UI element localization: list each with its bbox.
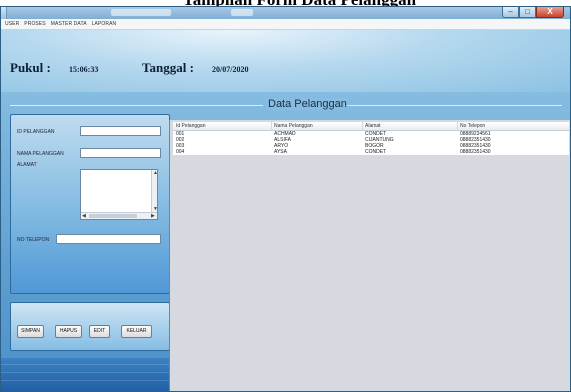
pukul-value: 15:06:33 [69,65,99,74]
alamat-textarea[interactable]: ▲ ▼ ◀ ▶ [80,169,158,220]
pukul-label: Pukul : [10,60,51,75]
alamat-horizontal-scrollbar[interactable]: ◀ ▶ [81,212,157,219]
scroll-right-icon[interactable]: ▶ [151,214,155,219]
maximize-button[interactable]: □ [519,7,536,18]
scroll-left-icon[interactable]: ◀ [82,214,86,219]
column-header-nama[interactable]: Nama Pelanggan [274,122,313,131]
cell-alamat: CONDET [365,149,387,155]
column-separator[interactable] [457,122,458,131]
table-row[interactable]: 004 AYSA CONDET 08882351430 [173,149,569,155]
menu-master-data[interactable]: MASTER DATA [51,19,87,29]
close-button[interactable]: X [536,7,564,18]
title-bar: – □ X [1,7,570,19]
main-area: Data Pelanggan ID PELANGGAN NAMA PELANGG… [1,92,570,391]
menu-laporan[interactable]: LAPORAN [92,19,117,29]
nama-pelanggan-label: NAMA PELANGGAN [17,151,64,157]
app-window: – □ X USER PROSES MASTER DATA LAPORAN Pu… [0,6,571,392]
scroll-thumb[interactable] [89,214,137,218]
button-panel: SIMPAN HAPUS EDIT KELUAR [10,302,170,351]
column-header-id[interactable]: Id Pelanggan [176,122,205,131]
cell-nama: AYSA [274,149,287,155]
id-pelanggan-label: ID PELANGGAN [17,129,55,135]
title-bar-blur [231,9,253,16]
minimize-button[interactable]: – [502,7,519,18]
nama-pelanggan-input[interactable] [80,148,161,158]
footer-line [1,380,170,381]
simpan-button[interactable]: SIMPAN [17,325,44,338]
pelanggan-table[interactable]: Id Pelanggan Nama Pelanggan Alamat No Te… [173,122,569,155]
menu-user[interactable]: USER [5,19,19,29]
edit-button[interactable]: EDIT [89,325,110,338]
data-grid-panel: Id Pelanggan Nama Pelanggan Alamat No Te… [169,120,570,391]
cell-id: 004 [176,149,185,155]
footer-line [1,372,170,373]
footer-line [1,364,170,365]
hapus-button[interactable]: HAPUS [55,325,82,338]
alamat-vertical-scrollbar[interactable]: ▲ ▼ [151,170,158,213]
title-divider [344,105,562,106]
tanggal-value: 20/07/2020 [212,65,249,74]
header-area: Pukul : 15:06:33 Tanggal : 20/07/2020 [1,30,570,92]
alamat-label: ALAMAT [17,162,37,168]
window-icon [1,7,7,19]
id-pelanggan-input[interactable] [80,126,161,136]
column-header-telepon[interactable]: No Telepon [460,122,485,131]
title-divider [10,105,263,106]
no-telepon-label: NO TELEPON [17,237,50,243]
form-panel: ID PELANGGAN NAMA PELANGGAN ALAMAT ▲ ▼ ◀… [10,114,170,294]
table-header: Id Pelanggan Nama Pelanggan Alamat No Te… [173,122,569,131]
scroll-up-icon[interactable]: ▲ [153,171,158,176]
column-separator[interactable] [362,122,363,131]
tanggal-label: Tanggal : [142,60,194,75]
no-telepon-input[interactable] [56,234,161,244]
menu-bar: USER PROSES MASTER DATA LAPORAN [1,19,570,30]
column-separator[interactable] [271,122,272,131]
keluar-button[interactable]: KELUAR [121,325,152,338]
page-title: Data Pelanggan [266,98,349,110]
window-controls: – □ X [502,7,564,18]
title-bar-blur [111,9,171,16]
column-header-alamat[interactable]: Alamat [365,122,381,131]
cell-telepon: 08882351430 [460,149,491,155]
decorative-footer [1,358,170,391]
menu-proses[interactable]: PROSES [24,19,45,29]
